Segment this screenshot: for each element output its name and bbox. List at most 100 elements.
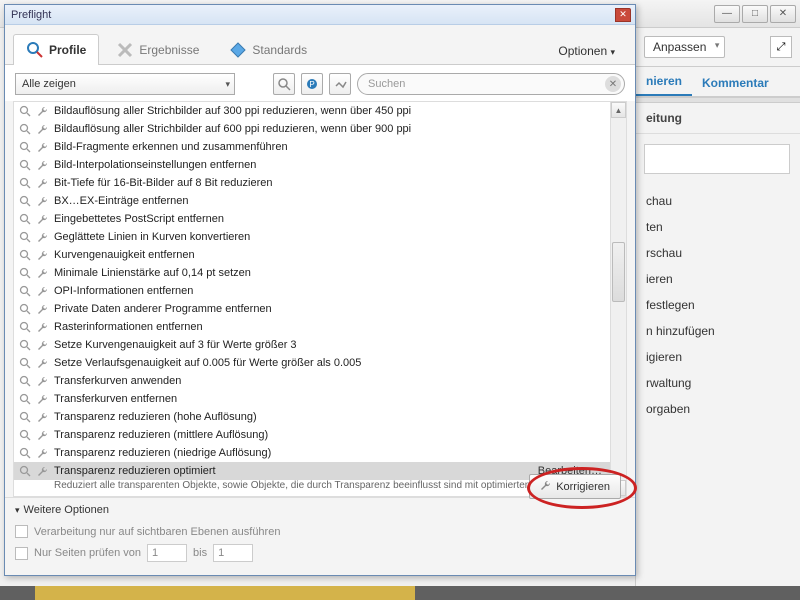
magnify-icon bbox=[18, 284, 32, 298]
minimize-button[interactable]: — bbox=[714, 5, 740, 23]
list-item-label: Bildauflösung aller Strichbilder auf 300… bbox=[54, 105, 411, 117]
magnify-icon bbox=[18, 248, 32, 262]
list-item[interactable]: Kurvengenauigkeit entfernen bbox=[14, 246, 626, 264]
wrench-icon bbox=[36, 158, 50, 172]
preflight-dialog: Preflight ✕ Profile Ergebnisse Standards… bbox=[4, 4, 636, 576]
list-item[interactable]: Transparenz reduzieren (niedrige Auflösu… bbox=[14, 444, 626, 462]
list-item[interactable]: OPI-Informationen entfernen bbox=[14, 282, 626, 300]
customize-dropdown[interactable]: Anpassen bbox=[644, 36, 725, 58]
wrench-icon bbox=[36, 212, 50, 226]
rp-item[interactable]: rschau bbox=[636, 240, 800, 266]
weitere-optionen-toggle[interactable]: ▾ Weitere Optionen bbox=[15, 502, 625, 522]
list-item[interactable]: BX…EX-Einträge entfernen bbox=[14, 192, 626, 210]
list-item-label: Rasterinformationen entfernen bbox=[54, 321, 203, 333]
list-item[interactable]: Transparenz reduzieren (hohe Auflösung) bbox=[14, 408, 626, 426]
list-item[interactable]: Bit-Tiefe für 16-Bit-Bilder auf 8 Bit re… bbox=[14, 174, 626, 192]
list-item-label: Transparenz reduzieren (mittlere Auflösu… bbox=[54, 429, 268, 441]
wrench-icon bbox=[36, 248, 50, 262]
search-input[interactable]: Suchen ✕ bbox=[357, 73, 625, 95]
rp-item[interactable]: festlegen bbox=[636, 292, 800, 318]
list-item[interactable]: Transferkurven anwenden bbox=[14, 372, 626, 390]
page-range-label-to: bis bbox=[193, 547, 207, 559]
toolbar-btn-2[interactable]: P bbox=[301, 73, 323, 95]
wrench-icon bbox=[36, 374, 50, 388]
status-strip bbox=[0, 586, 800, 600]
list-item[interactable]: Eingebettetes PostScript entfernen bbox=[14, 210, 626, 228]
rp-item[interactable]: ten bbox=[636, 214, 800, 240]
magnify-icon bbox=[18, 464, 32, 478]
wrench-icon bbox=[36, 464, 50, 478]
wrench-icon bbox=[36, 104, 50, 118]
list-item[interactable]: Bildauflösung aller Strichbilder auf 300… bbox=[14, 102, 626, 120]
wrench-icon bbox=[36, 356, 50, 370]
list-item[interactable]: Minimale Linienstärke auf 0,14 pt setzen bbox=[14, 264, 626, 282]
expand-icon[interactable]: ⤢ bbox=[770, 36, 792, 58]
tab-kommentar[interactable]: Kommentar bbox=[692, 70, 779, 96]
list-item[interactable]: Bildauflösung aller Strichbilder auf 600… bbox=[14, 120, 626, 138]
standards-icon bbox=[229, 41, 247, 59]
checkbox-visible-layers-label: Verarbeitung nur auf sichtbaren Ebenen a… bbox=[34, 526, 280, 538]
tab-ergebnisse[interactable]: Ergebnisse bbox=[103, 34, 212, 65]
scrollbar[interactable]: ▲ ▼ bbox=[610, 102, 626, 496]
dialog-close-icon[interactable]: ✕ bbox=[615, 8, 631, 22]
list-item-label: Transparenz reduzieren optimiert bbox=[54, 465, 216, 477]
list-item[interactable]: Setze Verlaufsgenauigkeit auf 0.005 für … bbox=[14, 354, 626, 372]
clear-search-icon[interactable]: ✕ bbox=[605, 76, 621, 92]
close-button[interactable]: ✕ bbox=[770, 5, 796, 23]
list-item[interactable]: Setze Kurvengenauigkeit auf 3 für Werte … bbox=[14, 336, 626, 354]
tab-nieren[interactable]: nieren bbox=[636, 68, 692, 96]
rp-item[interactable]: chau bbox=[636, 188, 800, 214]
list-item[interactable]: Private Daten anderer Programme entferne… bbox=[14, 300, 626, 318]
list-item-label: Transferkurven anwenden bbox=[54, 375, 181, 387]
korrigieren-button[interactable]: Korrigieren bbox=[529, 474, 621, 499]
magnify-icon bbox=[18, 338, 32, 352]
list-item[interactable]: Geglättete Linien in Kurven konvertieren bbox=[14, 228, 626, 246]
checkbox-visible-layers[interactable] bbox=[15, 525, 28, 538]
list-item-label: OPI-Informationen entfernen bbox=[54, 285, 193, 297]
rp-item[interactable]: igieren bbox=[636, 344, 800, 370]
list-item-label: Geglättete Linien in Kurven konvertieren bbox=[54, 231, 250, 243]
dialog-title: Preflight bbox=[11, 9, 51, 21]
magnify-icon bbox=[18, 140, 32, 154]
profile-list[interactable]: Bildauflösung aller Strichbilder auf 300… bbox=[14, 102, 626, 496]
tab-profile[interactable]: Profile bbox=[13, 34, 99, 65]
wrench-icon bbox=[36, 266, 50, 280]
magnify-icon bbox=[18, 122, 32, 136]
page-to-input[interactable]: 1 bbox=[213, 544, 253, 562]
magnify-icon bbox=[18, 446, 32, 460]
right-panel: Anpassen ⤢ nieren Kommentar eitung chau … bbox=[635, 28, 800, 588]
search-placeholder: Suchen bbox=[368, 78, 405, 90]
rp-item[interactable]: n hinzufügen bbox=[636, 318, 800, 344]
page-from-input[interactable]: 1 bbox=[147, 544, 187, 562]
wrench-icon bbox=[36, 140, 50, 154]
maximize-button[interactable]: □ bbox=[742, 5, 768, 23]
toolbar-btn-3[interactable] bbox=[329, 73, 351, 95]
tab-standards[interactable]: Standards bbox=[216, 34, 320, 65]
magnify-icon bbox=[18, 320, 32, 334]
filter-dropdown[interactable]: Alle zeigen bbox=[15, 73, 235, 95]
tab-profile-label: Profile bbox=[49, 43, 86, 57]
toolbar-btn-1[interactable] bbox=[273, 73, 295, 95]
wrench-icon bbox=[36, 320, 50, 334]
list-item[interactable]: Bild-Fragmente erkennen und zusammenführ… bbox=[14, 138, 626, 156]
rp-empty-box bbox=[644, 144, 790, 174]
list-item-label: Kurvengenauigkeit entfernen bbox=[54, 249, 195, 261]
results-icon bbox=[116, 41, 134, 59]
rp-item[interactable]: rwaltung bbox=[636, 370, 800, 396]
rp-item[interactable]: ieren bbox=[636, 266, 800, 292]
list-item-label: Bildauflösung aller Strichbilder auf 600… bbox=[54, 123, 411, 135]
magnify-icon bbox=[18, 230, 32, 244]
list-item[interactable]: Rasterinformationen entfernen bbox=[14, 318, 626, 336]
list-item-label: Transferkurven entfernen bbox=[54, 393, 177, 405]
list-item[interactable]: Transparenz reduzieren (mittlere Auflösu… bbox=[14, 426, 626, 444]
magnify-icon bbox=[18, 428, 32, 442]
list-item[interactable]: Bild-Interpolationseinstellungen entfern… bbox=[14, 156, 626, 174]
checkbox-page-range[interactable] bbox=[15, 547, 28, 560]
wrench-icon bbox=[36, 446, 50, 460]
list-item-label: Bild-Interpolationseinstellungen entfern… bbox=[54, 159, 256, 171]
tab-ergebnisse-label: Ergebnisse bbox=[139, 43, 199, 57]
options-menu[interactable]: Optionen ▾ bbox=[546, 38, 627, 64]
list-item[interactable]: Transferkurven entfernen bbox=[14, 390, 626, 408]
wrench-icon bbox=[36, 428, 50, 442]
rp-item[interactable]: orgaben bbox=[636, 396, 800, 422]
